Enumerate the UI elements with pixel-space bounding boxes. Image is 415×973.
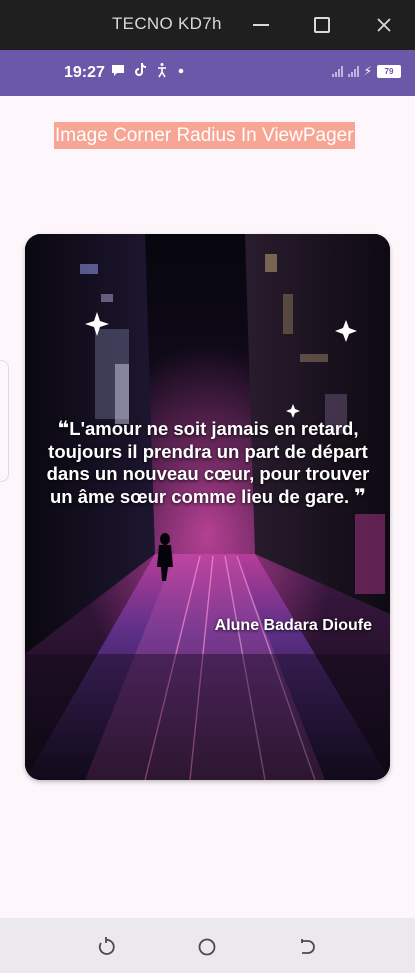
notification-icons (110, 62, 186, 78)
status-bar: 19:27 ⚡ 79 (0, 50, 415, 96)
battery-icon: 79 (377, 64, 401, 78)
previous-page-peek[interactable] (0, 360, 9, 482)
home-icon (198, 938, 216, 956)
maximize-icon (314, 17, 330, 33)
quote-text: ❝L'amour ne soit jamais en retard, toujo… (43, 418, 373, 508)
close-quote-icon: ❞ (354, 485, 367, 508)
status-time: 19:27 (64, 64, 105, 81)
recents-icon (301, 939, 315, 954)
accessibility-icon (158, 63, 166, 78)
quote-body: L'amour ne soit jamais en retard, toujou… (46, 418, 370, 507)
signal-icon (331, 65, 343, 77)
tiktok-icon (135, 63, 146, 76)
message-icon (112, 65, 124, 76)
close-button[interactable] (371, 12, 397, 38)
emulator-title-bar: TECNO KD7h (0, 0, 415, 50)
open-quote-icon: ❝ (57, 418, 70, 440)
page-title: Image Corner Radius In ViewPager (54, 122, 355, 149)
signal-icon (347, 65, 359, 77)
minimize-button[interactable] (248, 12, 274, 38)
recents-button[interactable] (297, 936, 319, 958)
quote-author: Alune Badara Dioufe (214, 617, 372, 634)
window-title: TECNO KD7h (112, 14, 222, 33)
maximize-button[interactable] (309, 12, 335, 38)
system-icons: ⚡ 79 (331, 64, 401, 78)
navigation-bar (0, 918, 415, 973)
minimize-icon (253, 24, 269, 26)
charging-icon: ⚡ (363, 64, 372, 78)
dot-icon (178, 68, 184, 74)
home-button[interactable] (196, 936, 218, 958)
back-button[interactable] (95, 936, 117, 958)
close-icon (377, 18, 391, 32)
back-icon (98, 937, 115, 955)
image-card[interactable]: ❝L'amour ne soit jamais en retard, toujo… (25, 234, 390, 780)
